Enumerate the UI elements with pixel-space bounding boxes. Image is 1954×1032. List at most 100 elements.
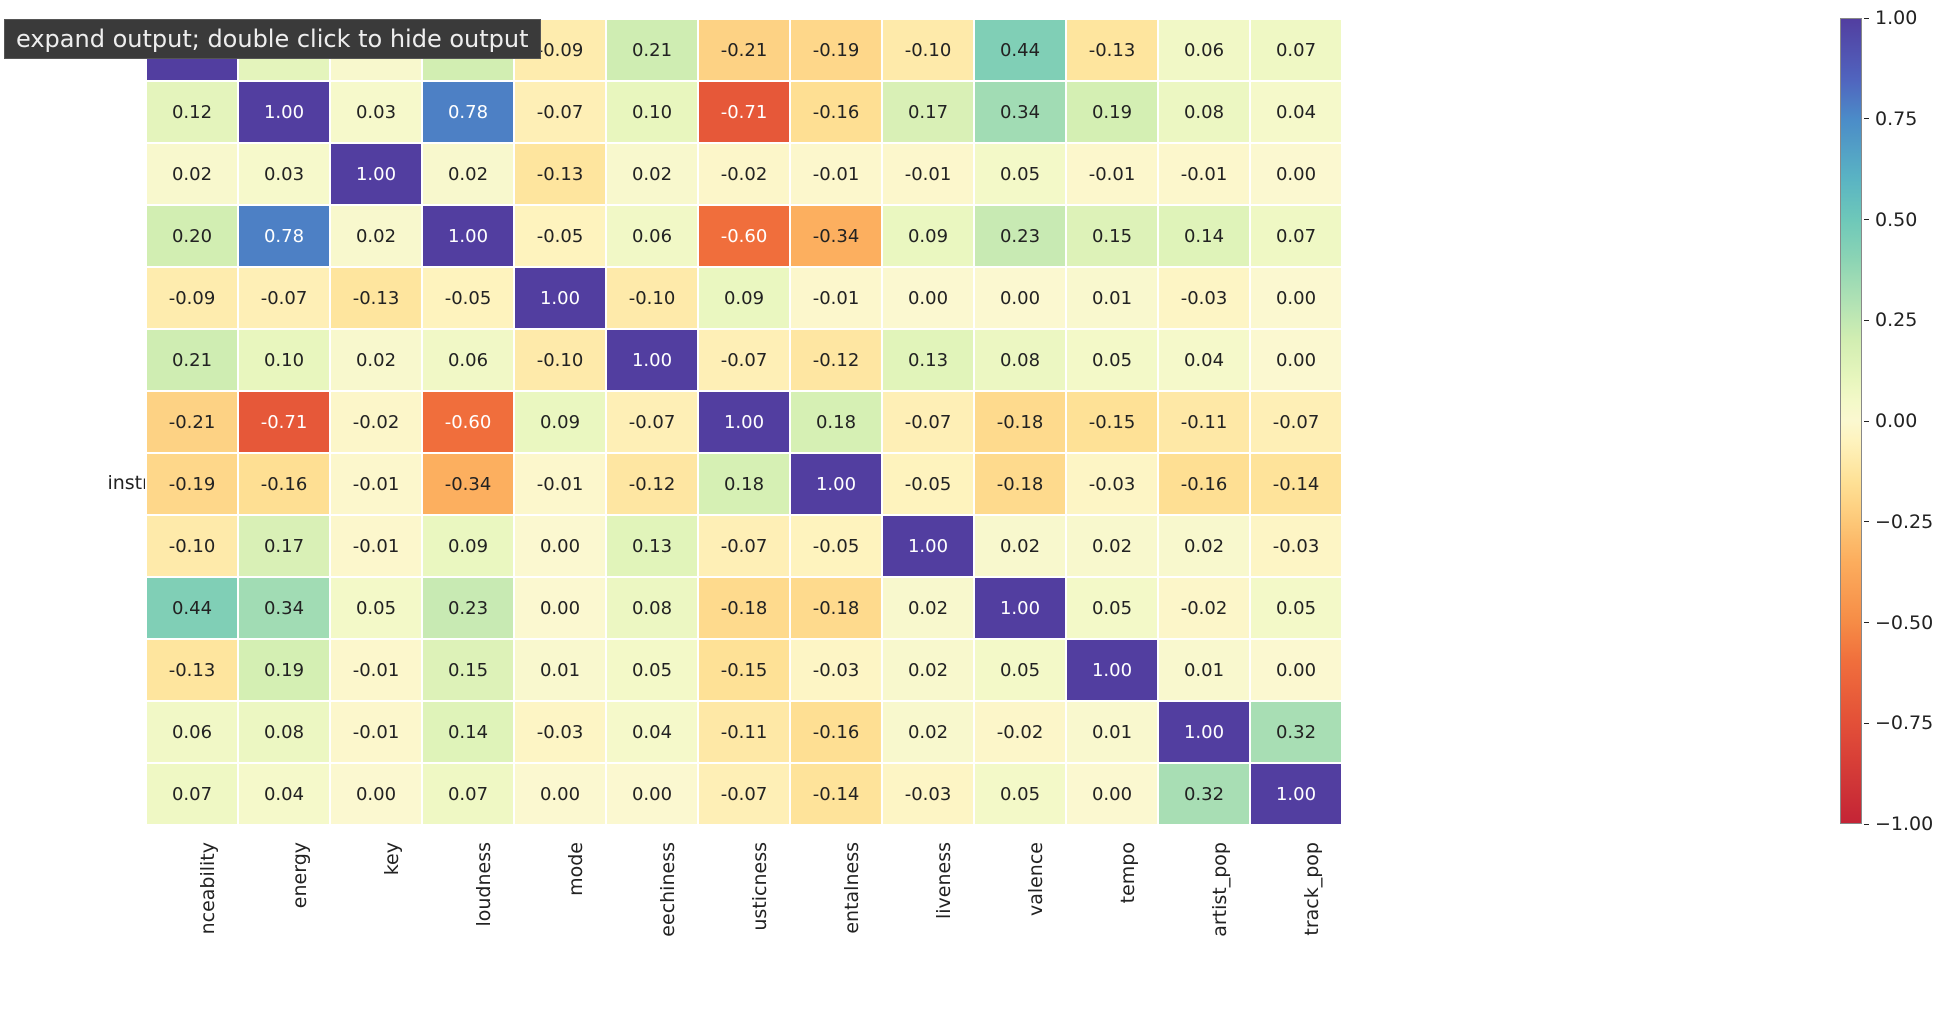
heatmap-cell: -0.07 [514,81,606,143]
heatmap-cell: -0.02 [330,391,422,453]
heatmap-cell: -0.07 [238,267,330,329]
x-axis-label: mode [565,842,587,1002]
heatmap-cell: -0.05 [422,267,514,329]
heatmap-cell: -0.03 [882,763,974,825]
heatmap-cell: 0.06 [422,329,514,391]
heatmap-cell: -0.03 [790,639,882,701]
heatmap-cell: 0.00 [882,267,974,329]
heatmap-cell: 0.05 [1250,577,1342,639]
heatmap-cell: 0.00 [974,267,1066,329]
heatmap-cell: 0.00 [1066,763,1158,825]
heatmap-cell: 0.34 [974,81,1066,143]
x-axis-label: energy [289,842,311,1002]
heatmap-cell: -0.01 [1158,143,1250,205]
heatmap-cell: -0.01 [514,453,606,515]
heatmap-cell: 0.00 [1250,143,1342,205]
heatmap-cell: -0.16 [1158,453,1250,515]
heatmap-cell: 0.04 [1158,329,1250,391]
x-axis-label: loudness [473,842,495,1002]
heatmap-cell: 0.00 [1250,267,1342,329]
heatmap-cell: 0.06 [1158,19,1250,81]
heatmap-cell: -0.05 [790,515,882,577]
heatmap-cell: -0.01 [790,267,882,329]
heatmap-cell: 0.00 [1250,329,1342,391]
x-axis-labels: nceabilityenergykeyloudnessmodeeechiness… [145,842,1341,1022]
heatmap-cell: -0.01 [1066,143,1158,205]
heatmap-cell: 0.00 [606,763,698,825]
heatmap-cell: -0.13 [1066,19,1158,81]
heatmap-cell: -0.14 [790,763,882,825]
output-toggle-tooltip[interactable]: expand output; double click to hide outp… [4,19,541,59]
heatmap-cell: 0.00 [514,577,606,639]
heatmap-cell: 0.02 [606,143,698,205]
x-axis-label: tempo [1117,842,1139,1002]
heatmap-cell: -0.07 [1250,391,1342,453]
heatmap-cell: -0.19 [146,453,238,515]
heatmap-cell: 0.14 [422,701,514,763]
heatmap-cell: 1.00 [1250,763,1342,825]
heatmap-cell: -0.34 [790,205,882,267]
heatmap-cell: 0.32 [1250,701,1342,763]
heatmap-cell: 1.00 [238,81,330,143]
heatmap-cell: 0.78 [238,205,330,267]
heatmap-cell: -0.18 [974,391,1066,453]
heatmap-cell: 0.09 [882,205,974,267]
heatmap-cell: -0.14 [1250,453,1342,515]
heatmap-cell: 0.02 [330,205,422,267]
heatmap-cell: 0.05 [974,143,1066,205]
heatmap-cell: -0.18 [698,577,790,639]
heatmap-cell: -0.60 [422,391,514,453]
heatmap-cell: 0.10 [238,329,330,391]
heatmap-cell: -0.60 [698,205,790,267]
heatmap-cell: -0.01 [330,515,422,577]
heatmap-grid: 1.000.120.020.20-0.090.21-0.21-0.19-0.10… [145,18,1343,826]
tooltip-text: expand output; double click to hide outp… [16,25,529,53]
heatmap-cell: 0.32 [1158,763,1250,825]
heatmap-cell: 0.03 [238,143,330,205]
heatmap-cell: 0.18 [790,391,882,453]
heatmap-cell: -0.03 [1250,515,1342,577]
x-axis-label: artist_pop [1209,842,1231,1002]
heatmap-cell: -0.02 [1158,577,1250,639]
heatmap-cell: 0.05 [974,639,1066,701]
heatmap-cell: 0.23 [422,577,514,639]
heatmap-cell: 0.08 [1158,81,1250,143]
heatmap-cell: -0.18 [974,453,1066,515]
x-axis-label: eechiness [657,842,679,1002]
heatmap-cell: 0.21 [146,329,238,391]
heatmap-cell: 0.04 [606,701,698,763]
x-axis-label: usticness [749,842,771,1002]
heatmap-cell: -0.16 [790,701,882,763]
heatmap-cell: 0.17 [882,81,974,143]
heatmap-cell: -0.09 [146,267,238,329]
heatmap-cell: -0.15 [698,639,790,701]
heatmap-cell: -0.01 [882,143,974,205]
heatmap-cell: -0.11 [698,701,790,763]
heatmap-cell: 0.02 [1066,515,1158,577]
heatmap-cell: 0.07 [1250,205,1342,267]
x-axis-label: track_pop [1301,842,1323,1002]
heatmap-cell: 0.20 [146,205,238,267]
heatmap-cell: 0.02 [422,143,514,205]
heatmap-cell: -0.34 [422,453,514,515]
heatmap-cell: 0.09 [422,515,514,577]
heatmap-cell: -0.01 [790,143,882,205]
heatmap-cell: 0.15 [1066,205,1158,267]
heatmap-cell: -0.05 [514,205,606,267]
heatmap-cell: -0.13 [146,639,238,701]
heatmap-cell: 0.01 [514,639,606,701]
heatmap-cell: 0.23 [974,205,1066,267]
heatmap-cell: -0.11 [1158,391,1250,453]
heatmap-cell: 1.00 [422,205,514,267]
heatmap-cell: -0.13 [330,267,422,329]
heatmap-cell: 0.05 [1066,329,1158,391]
x-axis-label: key [381,842,403,1002]
heatmap-cell: 0.13 [606,515,698,577]
heatmap-cell: -0.13 [514,143,606,205]
heatmap-cell: 1.00 [882,515,974,577]
x-axis-label: entalness [841,842,863,1002]
heatmap-cell: 0.02 [882,577,974,639]
correlation-heatmap: danceability -energy -key -loudness -mod… [145,18,1865,1018]
heatmap-cell: 1.00 [606,329,698,391]
heatmap-cell: -0.18 [790,577,882,639]
